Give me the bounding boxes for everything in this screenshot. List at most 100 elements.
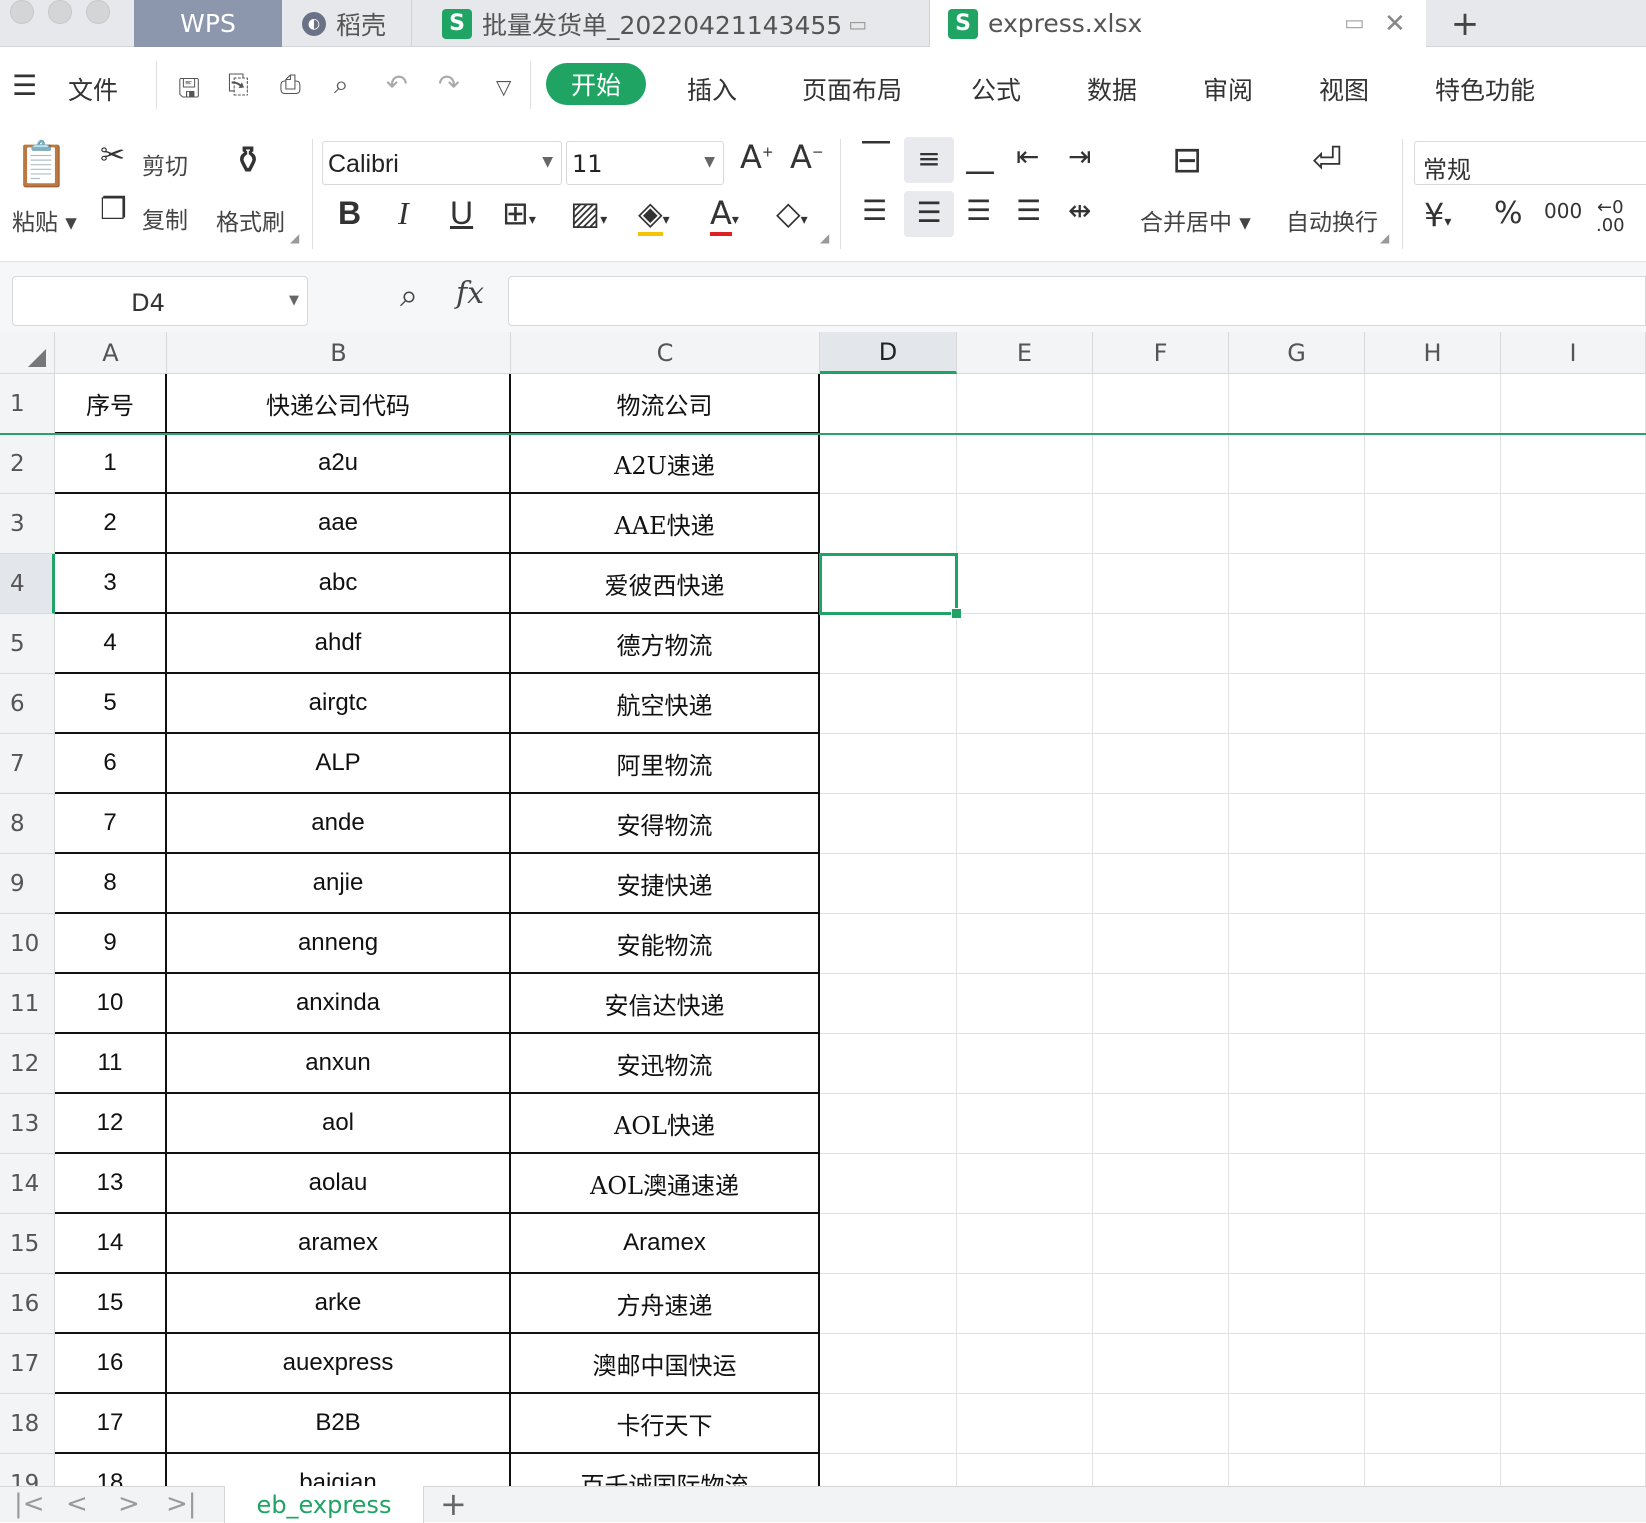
cell-i17[interactable] — [1501, 1334, 1646, 1394]
cell-c4[interactable]: 爱彼西快递 — [511, 554, 820, 614]
cell-f12[interactable] — [1093, 1034, 1229, 1094]
row-header-6[interactable]: 6 — [0, 674, 55, 734]
cell-f9[interactable] — [1093, 854, 1229, 914]
cell-a7[interactable]: 6 — [55, 734, 167, 794]
cell-a18[interactable]: 17 — [55, 1394, 167, 1454]
cell-i11[interactable] — [1501, 974, 1646, 1034]
cell-c10[interactable]: 安能物流 — [511, 914, 820, 974]
cell-g6[interactable] — [1229, 674, 1365, 734]
cell-g12[interactable] — [1229, 1034, 1365, 1094]
tab-special-features[interactable]: 特色功能 — [1435, 71, 1535, 107]
cell-f7[interactable] — [1093, 734, 1229, 794]
cell-e17[interactable] — [957, 1334, 1093, 1394]
sheet-tab-eb-express[interactable]: eb_express — [224, 1486, 424, 1523]
cell-g7[interactable] — [1229, 734, 1365, 794]
window-zoom-control[interactable] — [86, 0, 110, 24]
row-header-9[interactable]: 9 — [0, 854, 55, 914]
cell-d3[interactable] — [820, 494, 957, 554]
formula-input[interactable] — [508, 276, 1646, 326]
cell-d5[interactable] — [820, 614, 957, 674]
cell-c1[interactable]: 物流公司 — [511, 374, 820, 434]
cell-g16[interactable] — [1229, 1274, 1365, 1334]
cell-h8[interactable] — [1365, 794, 1501, 854]
cell-d13[interactable] — [820, 1094, 957, 1154]
format-painter-button[interactable]: 格式刷 — [216, 203, 285, 237]
cell-c7[interactable]: 阿里物流 — [511, 734, 820, 794]
tab-formula[interactable]: 公式 — [971, 71, 1021, 107]
cell-c17[interactable]: 澳邮中国快运 — [511, 1334, 820, 1394]
number-format-select[interactable]: 常规 — [1414, 141, 1646, 185]
cell-d10[interactable] — [820, 914, 957, 974]
merge-cells-icon[interactable]: ⊟ — [1172, 143, 1202, 179]
cell-i6[interactable] — [1501, 674, 1646, 734]
column-header-h[interactable]: H — [1365, 332, 1501, 374]
cut-button[interactable]: 剪切 — [142, 147, 188, 181]
cell-c12[interactable]: 安迅物流 — [511, 1034, 820, 1094]
cell-i7[interactable] — [1501, 734, 1646, 794]
dialog-launcher-icon[interactable]: ◢ — [290, 231, 299, 245]
cell-f6[interactable] — [1093, 674, 1229, 734]
cell-g5[interactable] — [1229, 614, 1365, 674]
cell-d17[interactable] — [820, 1334, 957, 1394]
tab-wps[interactable]: WPS — [134, 0, 282, 47]
cell-c11[interactable]: 安信达快递 — [511, 974, 820, 1034]
cell-a2[interactable]: 1 — [55, 434, 167, 494]
cell-e4[interactable] — [957, 554, 1093, 614]
cell-c16[interactable]: 方舟速递 — [511, 1274, 820, 1334]
fill-handle[interactable] — [951, 608, 962, 619]
cell-i4[interactable] — [1501, 554, 1646, 614]
font-size-select[interactable]: 11 ▼ — [566, 141, 724, 185]
cell-c3[interactable]: AAE快递 — [511, 494, 820, 554]
row-header-11[interactable]: 11 — [0, 974, 55, 1034]
fill-color-icon[interactable]: ◈▾ — [638, 194, 670, 236]
cell-c18[interactable]: 卡行天下 — [511, 1394, 820, 1454]
align-bottom-icon[interactable]: ⎽ — [966, 145, 994, 173]
cell-f15[interactable] — [1093, 1214, 1229, 1274]
cell-h15[interactable] — [1365, 1214, 1501, 1274]
row-header-15[interactable]: 15 — [0, 1214, 55, 1274]
font-color-icon[interactable]: A▾ — [710, 194, 739, 236]
column-header-d[interactable]: D — [820, 332, 957, 374]
thousands-separator-icon[interactable]: 000 — [1544, 201, 1582, 221]
cell-f18[interactable] — [1093, 1394, 1229, 1454]
cell-g1[interactable] — [1229, 374, 1365, 434]
cell-style-icon[interactable]: ▨▾ — [570, 197, 607, 229]
cell-b12[interactable]: anxun — [167, 1034, 511, 1094]
cell-h11[interactable] — [1365, 974, 1501, 1034]
align-left-icon[interactable]: ☰ — [862, 197, 887, 225]
align-right-icon[interactable]: ☰ — [966, 197, 991, 225]
cell-selection-box[interactable] — [819, 553, 962, 619]
tab-start[interactable]: 开始 — [546, 63, 646, 105]
cell-e14[interactable] — [957, 1154, 1093, 1214]
column-header-c[interactable]: C — [511, 332, 820, 374]
cell-i8[interactable] — [1501, 794, 1646, 854]
cell-e18[interactable] — [957, 1394, 1093, 1454]
insert-function-button[interactable]: fx — [456, 276, 484, 311]
cell-h13[interactable] — [1365, 1094, 1501, 1154]
cell-d14[interactable] — [820, 1154, 957, 1214]
row-header-13[interactable]: 13 — [0, 1094, 55, 1154]
cell-e11[interactable] — [957, 974, 1093, 1034]
cell-h1[interactable] — [1365, 374, 1501, 434]
percent-icon[interactable]: % — [1494, 199, 1523, 229]
paste-icon[interactable]: 📋 — [14, 143, 69, 187]
scissors-icon[interactable]: ✂ — [100, 141, 125, 171]
cell-i3[interactable] — [1501, 494, 1646, 554]
cell-f10[interactable] — [1093, 914, 1229, 974]
cell-d11[interactable] — [820, 974, 957, 1034]
tab-page-layout[interactable]: 页面布局 — [802, 71, 902, 107]
cell-g13[interactable] — [1229, 1094, 1365, 1154]
column-header-a[interactable]: A — [55, 332, 167, 374]
row-header-10[interactable]: 10 — [0, 914, 55, 974]
zoom-search-icon[interactable]: ⌕ — [400, 276, 418, 315]
cell-f8[interactable] — [1093, 794, 1229, 854]
distributed-icon[interactable]: ⇹ — [1068, 197, 1091, 225]
currency-icon[interactable]: ¥▾ — [1424, 199, 1451, 231]
column-header-b[interactable]: B — [167, 332, 511, 374]
cell-f14[interactable] — [1093, 1154, 1229, 1214]
align-middle-icon[interactable]: ≡ — [904, 137, 954, 183]
cell-g10[interactable] — [1229, 914, 1365, 974]
cell-e9[interactable] — [957, 854, 1093, 914]
cell-b3[interactable]: aae — [167, 494, 511, 554]
cell-h2[interactable] — [1365, 434, 1501, 494]
